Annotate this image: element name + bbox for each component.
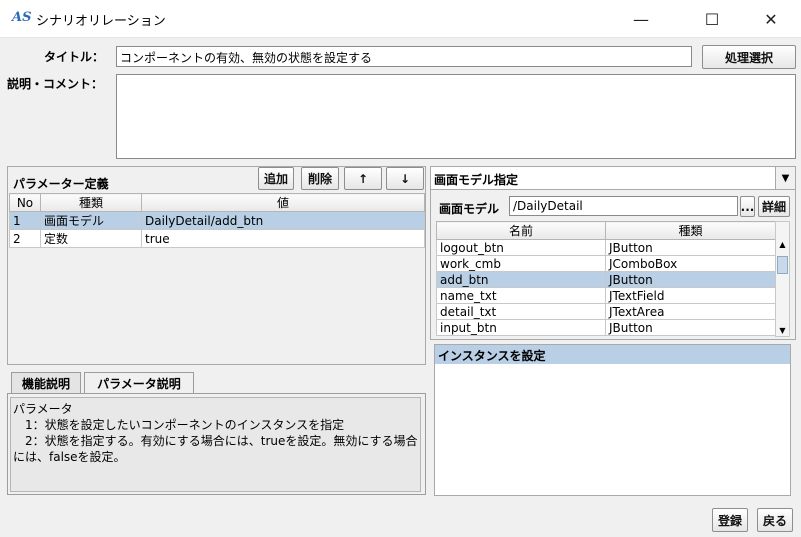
component-type: JButton xyxy=(605,271,776,288)
table-row[interactable]: work_cmb JComboBox xyxy=(436,255,776,272)
model-input[interactable]: /DailyDetail xyxy=(509,196,738,216)
model-label: 画面モデル xyxy=(439,202,500,216)
parameter-header: パラメーター定義 xyxy=(13,177,109,191)
row-value: DailyDetail/add_btn xyxy=(141,211,425,230)
comment-label: 説明・コメント： xyxy=(7,77,104,91)
table-row[interactable]: name_txt JTextField xyxy=(436,287,776,304)
row-no: 1 xyxy=(9,211,41,230)
tab-function-description[interactable]: 機能説明 xyxy=(11,372,81,394)
row-value: true xyxy=(141,229,425,248)
model-browse-button[interactable]: ... xyxy=(740,196,755,217)
instance-header[interactable]: インスタンスを設定 xyxy=(435,345,790,364)
component-type: JTextField xyxy=(605,287,776,304)
component-name: name_txt xyxy=(436,287,606,304)
close-icon[interactable]: ✕ xyxy=(748,0,794,38)
component-type: JComboBox xyxy=(605,255,776,272)
model-panel: 画面モデル指定 ▼ 画面モデル /DailyDetail ... 詳細 名前 種… xyxy=(430,166,796,340)
instance-panel: インスタンスを設定 xyxy=(434,344,791,496)
minimize-icon[interactable]: — xyxy=(618,0,664,38)
component-name: detail_txt xyxy=(436,303,606,320)
description-line: 1：状態を設定したいコンポーネントのインスタンスを指定 xyxy=(13,418,345,432)
title-label: タイトル： xyxy=(44,50,105,64)
back-button[interactable]: 戻る xyxy=(757,508,793,532)
column-header-name[interactable]: 名前 xyxy=(436,221,606,240)
component-type: JTextArea xyxy=(605,303,776,320)
component-name: add_btn xyxy=(436,271,606,288)
delete-parameter-button[interactable]: 削除 xyxy=(301,167,339,190)
column-header-value[interactable]: 値 xyxy=(141,193,425,212)
column-header-kind[interactable]: 種類 xyxy=(40,193,142,212)
scroll-down-icon[interactable]: ▼ xyxy=(776,326,789,335)
component-name: input_btn xyxy=(436,319,606,336)
scroll-up-icon[interactable]: ▲ xyxy=(776,240,789,249)
model-combo[interactable]: 画面モデル指定 ▼ xyxy=(431,167,795,190)
move-up-button[interactable]: ↑ xyxy=(344,167,382,190)
scrollbar-thumb[interactable] xyxy=(777,256,788,274)
chevron-down-icon[interactable]: ▼ xyxy=(775,167,795,189)
model-component-table: 名前 種類 logout_btn JButton work_cmb JCombo… xyxy=(436,221,776,336)
row-kind: 定数 xyxy=(40,229,142,248)
description-text: パラメータ 1：状態を設定したいコンポーネントのインスタンスを指定 2：状態を指… xyxy=(10,397,421,492)
table-row[interactable]: detail_txt JTextArea xyxy=(436,303,776,320)
component-name: work_cmb xyxy=(436,255,606,272)
register-button[interactable]: 登録 xyxy=(712,508,748,532)
move-down-button[interactable]: ↓ xyxy=(386,167,424,190)
window-titlebar: AS シナリオリレーション — ☐ ✕ xyxy=(0,0,801,38)
table-row[interactable]: input_btn JButton xyxy=(436,319,776,336)
column-header-type[interactable]: 種類 xyxy=(605,221,776,240)
title-input[interactable]: コンポーネントの有効、無効の状態を設定する xyxy=(116,46,692,67)
tab-parameter-description[interactable]: パラメータ説明 xyxy=(84,372,194,394)
table-row[interactable]: 2 定数 true xyxy=(9,229,425,248)
description-line: 2：状態を指定する。有効にする場合には、trueを設定。無効にする場合 xyxy=(13,434,418,448)
row-no: 2 xyxy=(9,229,41,248)
column-header-no[interactable]: No xyxy=(9,193,41,212)
add-parameter-button[interactable]: 追加 xyxy=(258,167,294,190)
description-line: パラメータ xyxy=(13,402,73,416)
process-select-button[interactable]: 処理選択 xyxy=(702,45,796,69)
comment-textarea[interactable] xyxy=(116,74,796,159)
parameter-panel: パラメーター定義 追加 削除 ↑ ↓ No 種類 値 1 画面モデル Daily… xyxy=(7,166,426,365)
component-name: logout_btn xyxy=(436,239,606,256)
component-type: JButton xyxy=(605,239,776,256)
component-type: JButton xyxy=(605,319,776,336)
parameter-table: No 種類 値 1 画面モデル DailyDetail/add_btn 2 定数… xyxy=(9,193,425,248)
maximize-icon[interactable]: ☐ xyxy=(689,0,735,38)
component-table-scrollbar[interactable]: ▲ ▼ xyxy=(775,221,790,337)
table-row[interactable]: logout_btn JButton xyxy=(436,239,776,256)
description-line: には、falseを設定。 xyxy=(13,450,126,464)
app-logo-icon: AS xyxy=(12,10,32,25)
table-row[interactable]: 1 画面モデル DailyDetail/add_btn xyxy=(9,211,425,230)
model-combo-value: 画面モデル指定 xyxy=(434,173,519,187)
table-row[interactable]: add_btn JButton xyxy=(436,271,776,288)
model-detail-button[interactable]: 詳細 xyxy=(758,196,790,217)
description-panel: パラメータ 1：状態を設定したいコンポーネントのインスタンスを指定 2：状態を指… xyxy=(7,393,426,495)
row-kind: 画面モデル xyxy=(40,211,142,230)
window-title: シナリオリレーション xyxy=(36,14,166,29)
